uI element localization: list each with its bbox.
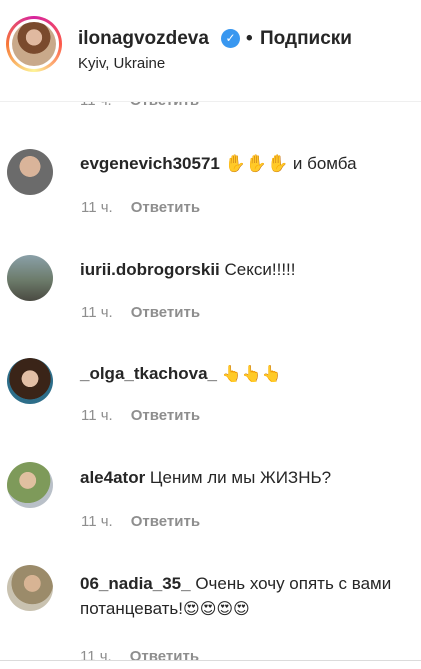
commenter-avatar[interactable] bbox=[7, 462, 53, 508]
commenter-avatar[interactable] bbox=[7, 255, 53, 301]
comment-time: 11 ч. bbox=[81, 513, 113, 530]
commenter-username[interactable]: evgenevich30571 bbox=[80, 154, 220, 173]
reply-button[interactable]: Ответить bbox=[131, 304, 200, 321]
reply-button[interactable]: Ответить bbox=[131, 407, 200, 424]
comment-time: 11 ч. bbox=[81, 407, 113, 424]
header-separator: • bbox=[246, 28, 253, 49]
commenter-avatar[interactable] bbox=[7, 565, 53, 611]
author-avatar-frame bbox=[9, 19, 59, 69]
reply-button[interactable]: Ответить bbox=[131, 199, 200, 216]
raised-hand-emoji: ✋✋✋ bbox=[224, 154, 289, 173]
comment-body: _olga_tkachova_ 👆👆👆 bbox=[80, 361, 400, 387]
commenter-username[interactable]: 06_nadia_35_ bbox=[80, 574, 191, 593]
comment-body: iurii.dobrogorskii Секси!!!!! bbox=[80, 257, 400, 282]
comment-body: ale4ator Ценим ли мы ЖИЗНЬ? bbox=[80, 465, 400, 490]
following-button[interactable]: Подписки bbox=[260, 28, 352, 50]
comment-text: и бомба bbox=[288, 154, 357, 173]
commenter-username[interactable]: iurii.dobrogorskii bbox=[80, 260, 220, 279]
pointing-up-emoji: 👆👆👆 bbox=[221, 366, 282, 383]
commenter-username[interactable]: ale4ator bbox=[80, 468, 145, 487]
author-avatar-image bbox=[12, 22, 56, 66]
comment-body: 06_nadia_35_ Очень хочу опять с вами пот… bbox=[80, 571, 400, 622]
comment-meta: 11 ч. Ответить bbox=[81, 407, 200, 424]
comment-meta: 11 ч. Ответить bbox=[81, 513, 200, 530]
heart-eyes-emoji: 😍😍😍😍 bbox=[183, 601, 250, 618]
verified-badge-icon: ✓ bbox=[221, 29, 240, 48]
post-header: ilonagvozdeva ✓ • Подписки Kyiv, Ukraine bbox=[0, 0, 421, 102]
commenter-username[interactable]: _olga_tkachova_ bbox=[80, 364, 217, 383]
author-username[interactable]: ilonagvozdeva bbox=[78, 28, 209, 50]
comment-time: 11 ч. bbox=[81, 199, 113, 216]
comment-time: 11 ч. bbox=[81, 304, 113, 321]
comment-meta: 11 ч. Ответить bbox=[81, 199, 200, 216]
reply-button[interactable]: Ответить bbox=[131, 513, 200, 530]
commenter-avatar[interactable] bbox=[7, 149, 53, 195]
author-avatar[interactable] bbox=[6, 16, 62, 72]
comment-meta: 11 ч. Ответить bbox=[81, 304, 200, 321]
comment-text: Ценим ли мы ЖИЗНЬ? bbox=[145, 468, 332, 487]
post-location[interactable]: Kyiv, Ukraine bbox=[78, 55, 165, 72]
commenter-avatar[interactable] bbox=[7, 358, 53, 404]
comment-body: evgenevich30571 ✋✋✋ и бомба bbox=[80, 151, 400, 176]
comment-text: Секси!!!!! bbox=[219, 260, 296, 279]
